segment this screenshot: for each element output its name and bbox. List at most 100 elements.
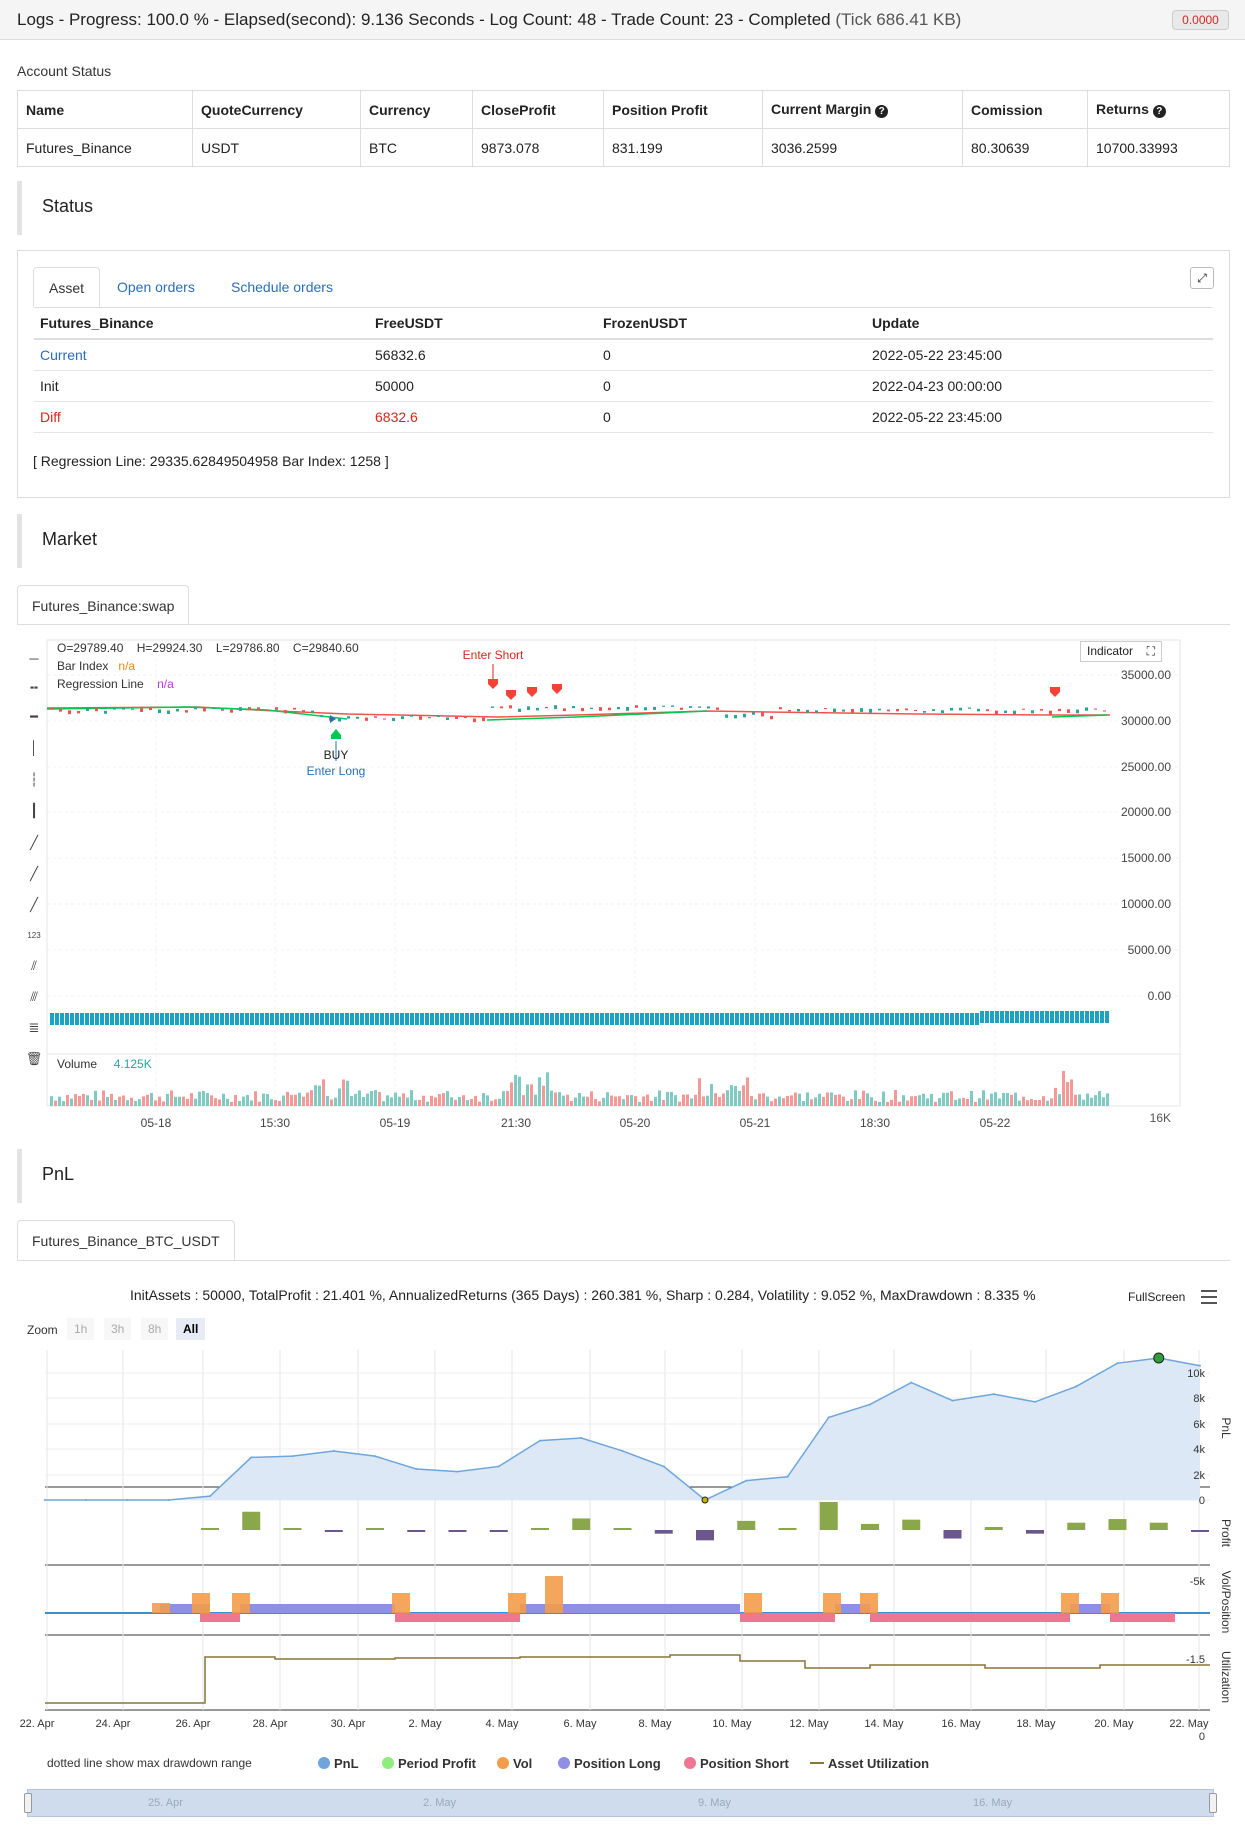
short-marker-icon [1050,687,1060,697]
bar-index-mark [405,1013,409,1025]
bar-index-mark [545,1013,549,1025]
volume-bar [154,1100,157,1106]
help-icon[interactable]: ? [875,105,889,118]
legend-period-profit[interactable]: Period Profit [382,1756,476,1771]
row-label-current[interactable]: Current [34,339,369,371]
bar-index-mark [270,1013,274,1025]
candle [113,707,116,710]
tab-futures-btc-usdt[interactable]: Futures_Binance_BTC_USDT [17,1220,235,1260]
bar-index-mark [1060,1011,1064,1023]
legend-asset-utilization[interactable]: Asset Utilization [810,1756,929,1771]
y-tick-label: 30000.00 [1121,714,1171,728]
bar-index-mark [1065,1011,1069,1023]
fullscreen-button[interactable]: FullScreen [1128,1290,1185,1304]
legend-pnl[interactable]: PnL [318,1756,359,1771]
volume-bar [822,1097,825,1106]
bar-index-legend[interactable]: Bar Index n/a [57,659,135,673]
indicator-button[interactable]: Indicator ⛶ [1080,641,1162,662]
bar-index-mark [1055,1011,1059,1023]
bar-index-mark [500,1013,504,1025]
pnl-chart[interactable]: 22. Apr 24. Apr 26. Apr 28. Apr 30. Apr 2. Ma… [0,1345,1245,1755]
bar-index-mark [655,1013,659,1025]
volume-bar [498,1098,501,1106]
pnl-point [951,1399,954,1402]
tab-open-orders[interactable]: Open orders [102,267,210,307]
account-status-table: Name QuoteCurrency Currency CloseProfit … [17,90,1230,167]
axis-title: PnL [1219,1417,1233,1439]
tab-schedule-orders[interactable]: Schedule orders [216,267,348,307]
y-tick-label: 15000.00 [1121,851,1171,865]
log-progress-title: Logs - Progress: 100.0 % - Elapsed(secon… [17,10,961,30]
candle [671,705,674,707]
bar-index-mark [360,1013,364,1025]
candle [896,708,899,712]
profit-bar [448,1530,467,1532]
regression-line-legend[interactable]: Regression Line n/a [57,677,174,691]
status-heading: Status [17,181,1230,235]
pnl-point [44,1499,46,1501]
bar-index-mark [790,1013,794,1025]
help-icon[interactable]: ? [1152,105,1166,118]
volume-legend[interactable]: Volume 4.125K [57,1057,152,1071]
volume-bar [802,1100,805,1106]
bar-index-mark [465,1013,469,1025]
row-label-init: Init [34,370,369,402]
x-tick-label: 22. Apr [20,1718,55,1730]
zoom-1h-button[interactable]: 1h [67,1318,95,1340]
volume-bar [142,1096,145,1106]
bar-index-mark [165,1013,169,1025]
pnl-point [1116,1362,1119,1365]
pnl-point [1034,1400,1036,1403]
candle [50,708,53,710]
volume-bar [58,1096,61,1106]
tab-asset[interactable]: Asset [33,267,101,307]
market-chart[interactable]: 35000.00 30000.00 25000.00 20000.00 15000.00… [17,637,1230,1147]
range-navigator[interactable]: 25. Apr 2. May 9. May 16. May [24,1789,1217,1817]
hamburger-menu-icon[interactable] [1201,1290,1217,1304]
legend-position-long[interactable]: Position Long [558,1756,661,1771]
volume-bar [130,1097,133,1106]
expand-icon[interactable]: ⤢ [1190,267,1214,289]
legend-vol[interactable]: Vol [497,1756,532,1771]
volume-bar [226,1098,229,1106]
volume-bar [982,1090,985,1106]
volume-bar [546,1072,549,1106]
navigator-left-handle[interactable] [24,1793,32,1813]
navigator-right-handle[interactable] [1209,1793,1217,1813]
zoom-all-button[interactable]: All [176,1318,206,1340]
candle [140,708,143,712]
volume-bar [718,1097,721,1106]
candle [1031,710,1034,714]
zoom-3h-button[interactable]: 3h [104,1318,132,1340]
profit-bar [489,1530,508,1532]
profit-bar [696,1530,714,1541]
volume-bar [106,1096,109,1106]
tab-divider [17,1260,1230,1261]
profit-bar [242,1511,261,1530]
volume-bar [1022,1096,1025,1106]
legend-position-short[interactable]: Position Short [684,1756,789,1771]
bar-index-mark [925,1013,929,1025]
candle [860,708,863,712]
bar-index-mark [965,1013,969,1025]
zoom-8h-button[interactable]: 8h [141,1318,169,1340]
bar-index-mark [400,1013,404,1025]
volume-bar [910,1096,913,1106]
short-marker-icon [527,687,537,697]
volume-bar [298,1092,301,1106]
volume-bar [402,1093,405,1106]
nav-tick: 25. Apr [148,1797,183,1809]
x-tick-label: 20. May [1094,1718,1134,1730]
profit-bar [283,1528,302,1530]
volume-bar [494,1099,497,1106]
bar-index-mark [885,1013,889,1025]
volume-bar [450,1097,453,1106]
volume-bar [1026,1100,1029,1106]
volume-bar [102,1090,105,1106]
candle [1049,710,1052,715]
fullscreen-icon[interactable]: ⛶ [1147,642,1155,661]
tab-futures-swap[interactable]: Futures_Binance:swap [17,585,190,625]
bar-index-mark [510,1013,514,1025]
volume-bar [418,1099,421,1106]
volume-bar [526,1084,529,1106]
